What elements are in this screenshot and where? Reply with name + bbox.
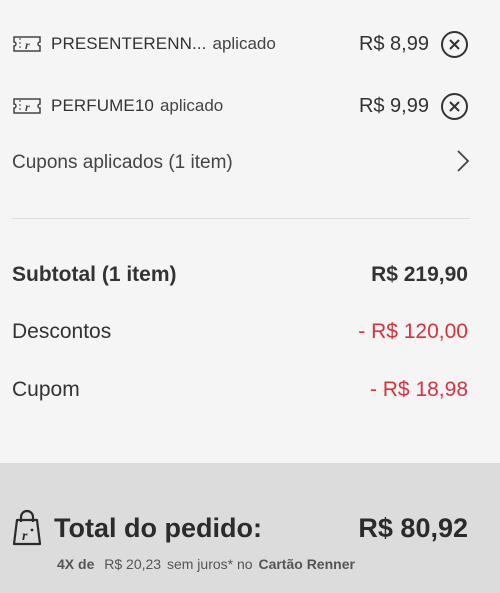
order-total-panel: r Total do pedido: R$ 80,92 4X de R$ 20,…	[0, 463, 500, 593]
chevron-right-icon	[456, 149, 470, 178]
subtotal-row: Subtotal (1 item) R$ 219,90	[12, 259, 468, 291]
coupon-code: PERFUME10	[51, 96, 154, 115]
shopping-bag-icon: r	[10, 509, 44, 547]
divider	[12, 218, 470, 219]
coupon-status: aplicado	[159, 96, 224, 115]
coupon-row: r PERFUME10 aplicado R$ 9,99	[12, 86, 468, 126]
installments-terms: sem juros* no	[166, 556, 253, 572]
coupon-code: PRESENTERENN...	[51, 34, 207, 53]
discounts-label: Descontos	[12, 320, 112, 343]
svg-text:r: r	[25, 38, 30, 52]
discounts-value: - R$ 120,00	[358, 320, 468, 343]
installments-card: Cartão Renner	[258, 556, 355, 572]
installments-info: 4X de R$ 20,23 sem juros* no Cartão Renn…	[57, 556, 355, 572]
subtotal-value: R$ 219,90	[371, 263, 468, 286]
applied-coupons-label: Cupons aplicados (1 item)	[12, 152, 233, 173]
applied-coupons-link[interactable]: Cupons aplicados (1 item)	[12, 146, 470, 180]
coupon-ticket-icon: r	[12, 35, 42, 53]
coupon-value: R$ 9,99	[358, 94, 429, 117]
svg-text:r: r	[25, 100, 30, 114]
total-value: R$ 80,92	[358, 512, 468, 543]
coupon-discount-value: - R$ 18,98	[369, 378, 468, 401]
remove-coupon-button[interactable]	[441, 92, 468, 120]
total-row: r Total do pedido: R$ 80,92	[10, 508, 468, 548]
coupon-value: R$ 8,99	[358, 32, 429, 55]
remove-coupon-button[interactable]	[441, 30, 468, 58]
coupon-ticket-icon: r	[12, 97, 42, 115]
installments-count: 4X de	[57, 556, 95, 572]
subtotal-label: Subtotal (1 item)	[12, 263, 177, 286]
coupon-status: aplicado	[212, 34, 276, 53]
coupon-row: r PRESENTERENN... aplicado R$ 8,99	[12, 24, 468, 64]
installments-amount: R$ 20,23	[104, 556, 162, 572]
discounts-row: Descontos - R$ 120,00	[12, 316, 468, 348]
close-icon	[449, 100, 460, 112]
svg-text:r: r	[22, 529, 28, 544]
coupon-discount-label: Cupom	[12, 378, 80, 401]
coupon-discount-row: Cupom - R$ 18,98	[12, 374, 468, 406]
total-label: Total do pedido:	[54, 512, 262, 543]
close-icon	[449, 38, 460, 50]
